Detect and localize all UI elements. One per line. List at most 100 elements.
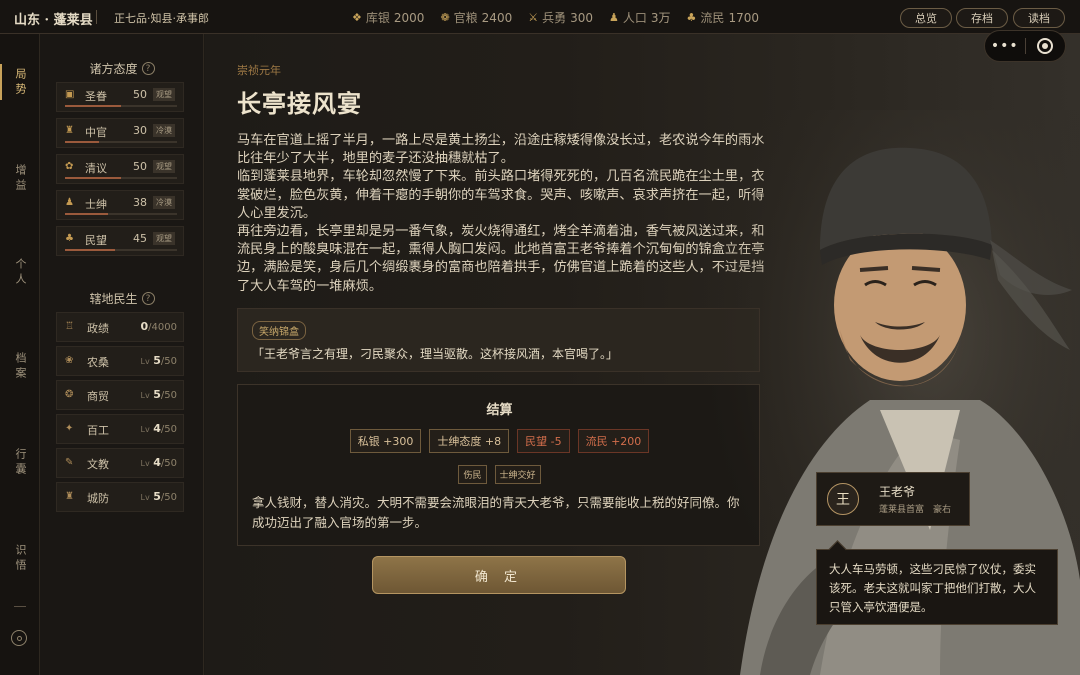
help-icon[interactable]: ?: [141, 292, 155, 305]
story-paragraph: 再往旁边看，长亭里却是另一番气象，炭火烧得通红，烤全羊滴着油，香气被风送过来，和…: [237, 224, 765, 294]
development-row[interactable]: ❂ 商贸 Lv 5/50: [56, 380, 184, 410]
attitude-value: 30: [133, 124, 147, 137]
attitude-name: 士绅: [85, 198, 107, 211]
development-row[interactable]: ✎ 文教 Lv 4/50: [56, 448, 184, 478]
nav-buffs[interactable]: 增益: [0, 164, 40, 194]
close-icon[interactable]: [1025, 38, 1065, 54]
attitude-bar-fill: [65, 177, 121, 179]
trait-tags: 伤民 士绅交好: [238, 465, 761, 484]
official-rank: 正七品·知县·承事郎: [114, 12, 209, 25]
more-icon[interactable]: •••: [985, 38, 1025, 54]
development-row[interactable]: ❀ 农桑 Lv 5/50: [56, 346, 184, 376]
development-level: Lv 5/50: [140, 388, 177, 401]
choice-label: 笑纳锦盒: [252, 321, 306, 340]
resource-population: ♟ 人口 3万: [609, 11, 671, 25]
development-level: Lv 5/50: [140, 490, 177, 503]
attitude-row[interactable]: ♜ 中官 30 冷漠: [56, 118, 184, 148]
imperial-icon: ▣: [65, 89, 75, 100]
attitude-bar: [65, 249, 177, 251]
nav-personal[interactable]: 个人: [0, 258, 40, 288]
resource-grain: ❁ 官粮 2400: [440, 10, 513, 26]
attitude-bar: [65, 105, 177, 107]
craft-icon: ✦: [65, 423, 74, 434]
attitude-name: 圣眷: [85, 90, 107, 103]
status-panel: 诸方态度 ? ▣ 圣眷 50 观望 ♜ 中官 30 冷漠 ✿ 清议 50 观望 ♟ 士绅 38 冷漠 ♣ 民望 45…: [40, 34, 204, 675]
attitude-value: 38: [133, 196, 147, 209]
era-label: 崇祯元年: [237, 64, 281, 77]
overview-button[interactable]: 总览: [900, 8, 952, 28]
nav-inventory[interactable]: 行囊: [0, 448, 40, 478]
attitude-name: 清议: [85, 162, 107, 175]
npc-speech-bubble: 大人车马劳顿，这些刁民惊了仪仗，委实该死。老夫这就叫家丁把他们打散，大人只管入亭…: [816, 549, 1058, 625]
development-name: 文教: [87, 458, 109, 471]
nav-divider: [14, 606, 26, 607]
development-name: 商贸: [87, 390, 109, 403]
development-row[interactable]: ✦ 百工 Lv 4/50: [56, 414, 184, 444]
load-button[interactable]: 读档: [1013, 8, 1065, 28]
settlement-text: 拿人钱财，替人消灾。大明不需要会流眼泪的青天大老爷，只需要能收上税的好同僚。你成…: [252, 495, 740, 530]
education-icon: ✎: [65, 457, 74, 468]
development-name: 农桑: [87, 356, 109, 369]
event-title: 长亭接风宴: [237, 89, 362, 118]
attitude-tag: 观望: [153, 88, 175, 101]
nav-insight[interactable]: 识悟: [0, 544, 40, 574]
attitude-bar-fill: [65, 213, 108, 215]
development-level: Lv 4/50: [140, 422, 177, 435]
attitude-bar-fill: [65, 105, 121, 107]
development-title: 辖地民生 ?: [40, 290, 204, 307]
attitude-tag: 观望: [153, 232, 175, 245]
effect-chip: 士绅态度 +8: [429, 429, 510, 453]
confirm-button[interactable]: 确 定: [372, 556, 626, 594]
population-icon: ♟: [609, 11, 619, 24]
silver-icon: ❖: [352, 11, 362, 24]
attitude-value: 50: [133, 88, 147, 101]
attitude-bar: [65, 141, 177, 143]
npc-subtitle: 蓬莱县首富 豪右: [879, 505, 952, 515]
attitude-tag: 冷漠: [153, 124, 175, 137]
development-level: Lv 5/50: [140, 354, 177, 367]
development-row[interactable]: ♖ 政绩 0/4000: [56, 312, 184, 342]
nav-situation[interactable]: 局势: [0, 64, 40, 100]
save-button[interactable]: 存档: [956, 8, 1008, 28]
event-story: 马车在官道上摇了半月，一路上尽是黄土扬尘，沿途庄稼矮得像没长过，老农说今年的雨水…: [237, 132, 765, 296]
chosen-option: 笑纳锦盒 「王老爷言之有理，刁民聚众，理当驱散。这杯接风酒，本官喝了。」: [237, 308, 760, 372]
header-divider: [96, 10, 97, 24]
defense-icon: ♜: [65, 491, 74, 502]
development-row[interactable]: ♜ 城防 Lv 5/50: [56, 482, 184, 512]
development-level: 0/4000: [140, 320, 177, 333]
npc-name-card: 王 王老爷 蓬莱县首富 豪右: [816, 472, 970, 526]
attitudes-title: 诸方态度 ?: [40, 60, 204, 77]
effect-chip: 流民 +200: [577, 429, 650, 453]
refugee-icon: ♣: [686, 11, 697, 24]
top-bar: 山东 · 蓬莱县 正七品·知县·承事郎 ❖ 库银 2000 ❁ 官粮 2400 ⚔ 兵勇 3…: [0, 0, 1080, 34]
attitude-row[interactable]: ♣ 民望 45 观望: [56, 226, 184, 256]
attitude-value: 45: [133, 232, 147, 245]
resource-refugees: ♣ 流民 1700: [686, 10, 759, 26]
settings-icon[interactable]: [11, 630, 27, 646]
effect-chip: 民望 -5: [517, 429, 570, 453]
settlement-panel: 结算 私银 +300 士绅态度 +8 民望 -5 流民 +200 伤民 士绅交好…: [237, 384, 760, 546]
attitude-row[interactable]: ♟ 士绅 38 冷漠: [56, 190, 184, 220]
attitude-row[interactable]: ▣ 圣眷 50 观望: [56, 82, 184, 112]
attitude-name: 民望: [85, 234, 107, 247]
resource-silver: ❖ 库银 2000: [352, 10, 425, 26]
help-icon[interactable]: ?: [141, 62, 155, 75]
attitude-bar: [65, 213, 177, 215]
trade-icon: ❂: [65, 389, 74, 400]
development-name: 政绩: [87, 322, 109, 335]
mini-program-capsule: •••: [984, 30, 1066, 62]
npc-name: 王老爷: [879, 485, 916, 499]
development-name: 百工: [87, 424, 109, 437]
effect-list: 私银 +300 士绅态度 +8 民望 -5 流民 +200: [238, 429, 761, 453]
attitude-tag: 观望: [153, 160, 175, 173]
nav-archive[interactable]: 档案: [0, 352, 40, 382]
resource-soldiers: ⚔ 兵勇 300: [528, 10, 594, 26]
attitude-bar: [65, 177, 177, 179]
eunuch-icon: ♜: [65, 125, 74, 136]
story-paragraph: 临到蓬莱县地界，车轮却忽然慢了下来。前头路口堵得死死的，几百名流民跪在尘土里，衣…: [237, 169, 765, 221]
attitude-row[interactable]: ✿ 清议 50 观望: [56, 154, 184, 184]
npc-avatar: 王: [827, 483, 859, 515]
attitude-tag: 冷漠: [153, 196, 175, 209]
left-nav: 局势 增益 个人 档案 行囊 识悟: [0, 34, 40, 675]
merit-icon: ♖: [65, 321, 74, 332]
